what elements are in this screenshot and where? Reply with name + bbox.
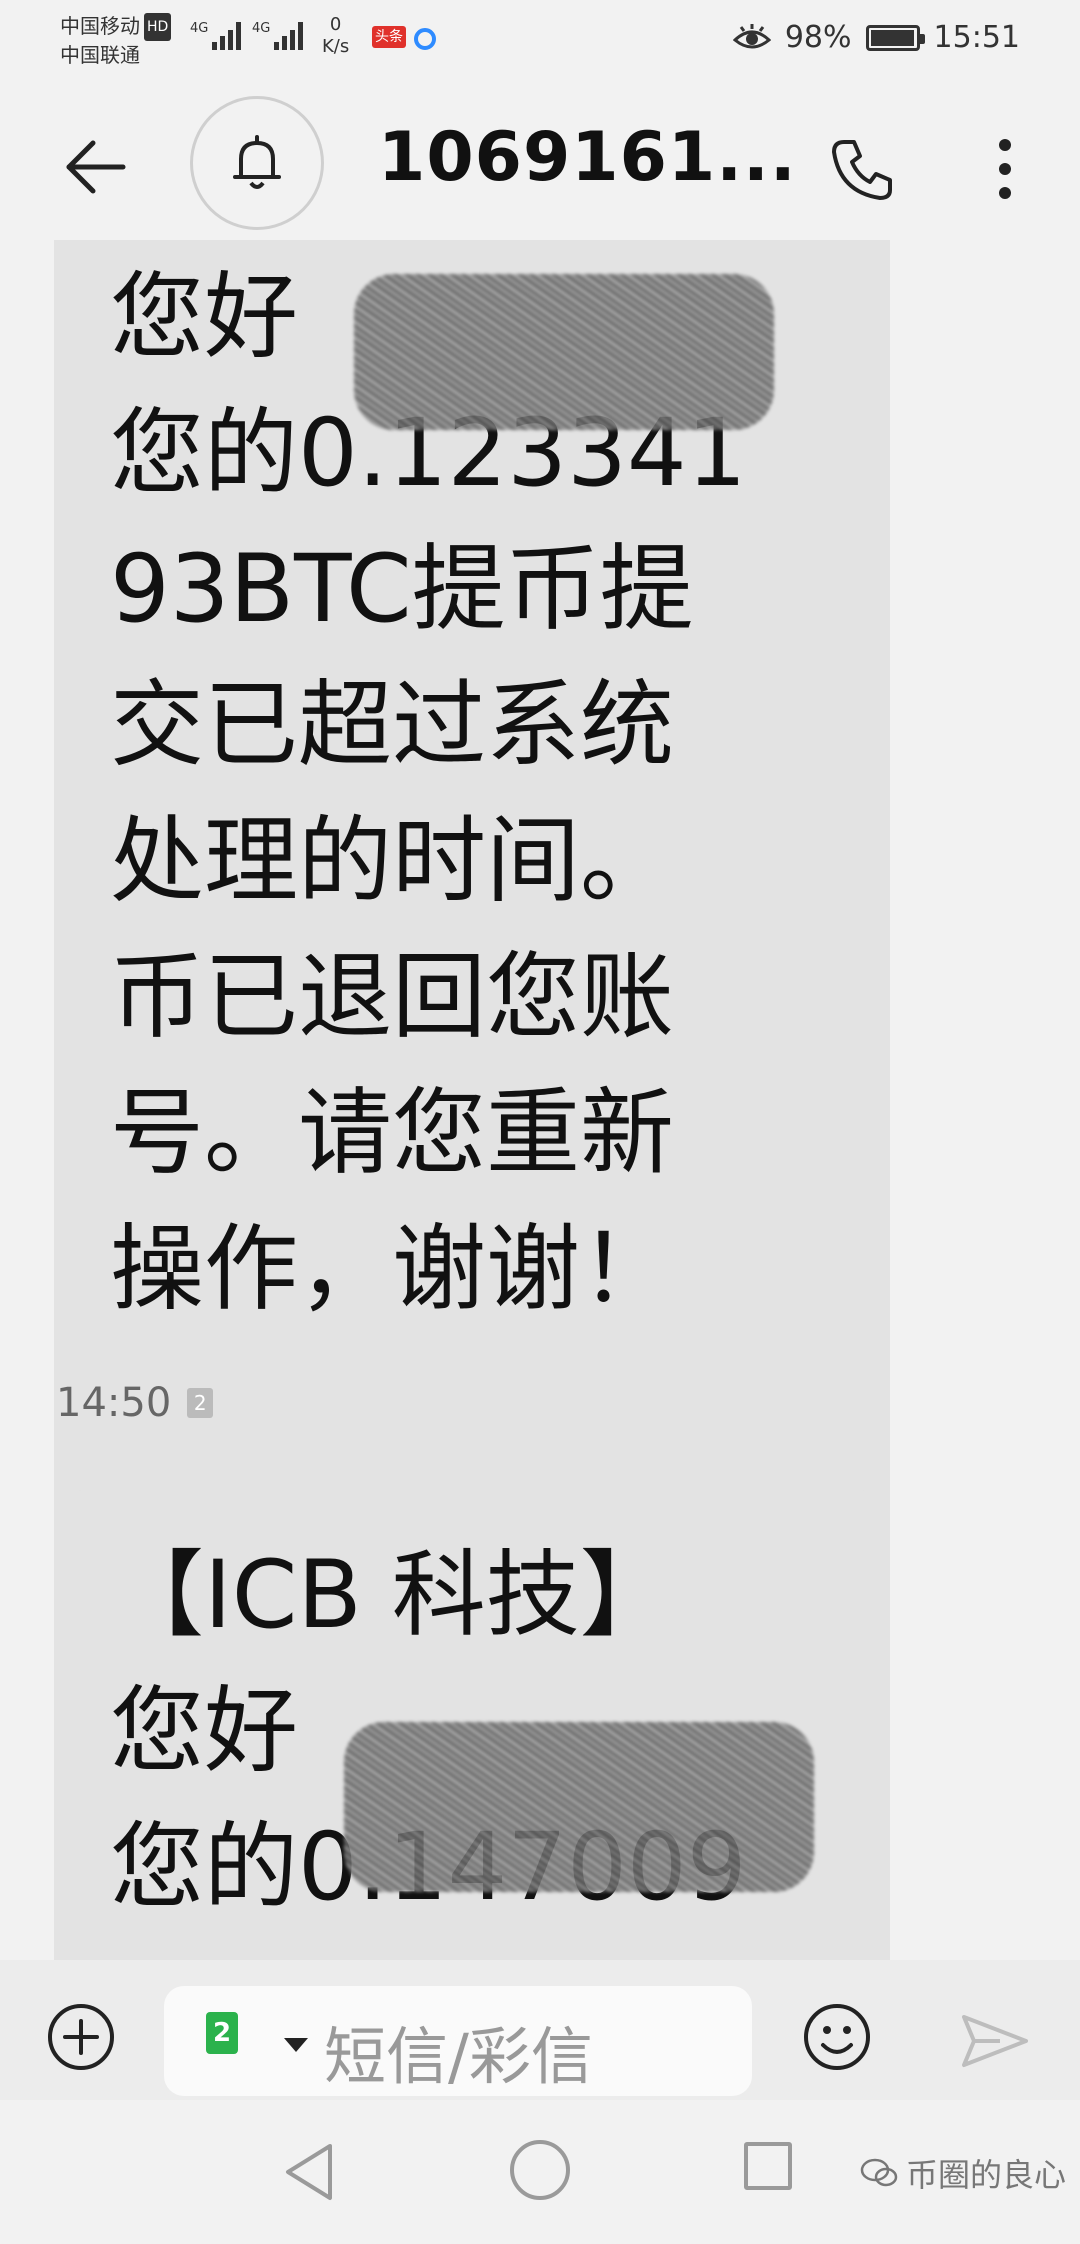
clock: 15:51 (933, 20, 1020, 55)
emoji-button[interactable] (796, 1996, 878, 2078)
conversation-header: 1069161... (0, 80, 1080, 240)
redaction-scribble (354, 274, 774, 430)
nav-home-icon[interactable] (510, 2140, 570, 2200)
sms-conversation-screen: 中国移动 HD 中国联通 4G 4G 0 K/s 头条 98% 15:51 10… (0, 0, 1080, 2244)
status-right: 98% 15:51 (732, 20, 1020, 55)
nav-back-icon[interactable] (280, 2140, 340, 2204)
watermark: 币圈的良心 (860, 2150, 1066, 2196)
arrow-left-icon (66, 140, 126, 194)
browser-app-icon (414, 28, 436, 50)
nav-recent-apps-icon[interactable] (744, 2142, 792, 2190)
compose-bar: 2 1 短信/彩信 (0, 1960, 1080, 2100)
bell-icon (233, 135, 281, 189)
battery-percent: 98% (784, 20, 852, 55)
message-time: 14:50 (56, 1380, 172, 1426)
watermark-text: 币圈的良心 (906, 2156, 1067, 2194)
message-input-placeholder: 短信/彩信 (324, 2020, 593, 2093)
sim-2-icon: 2 (206, 2012, 238, 2054)
net-speed-value: 0 (329, 14, 342, 35)
redaction-scribble (344, 1722, 814, 1892)
attach-button[interactable] (42, 1998, 120, 2076)
send-icon (962, 2015, 1028, 2067)
contact-title: 1069161... (378, 118, 797, 197)
signal-2-label: 4G (252, 21, 270, 36)
send-button[interactable] (952, 1998, 1038, 2084)
message-timestamp: 14:50 2 (56, 1380, 214, 1426)
eye-comfort-icon (732, 23, 771, 48)
chevron-down-icon[interactable] (284, 2038, 308, 2052)
battery-icon (865, 24, 925, 51)
notification-toggle-button[interactable] (190, 96, 324, 230)
plus-circle-icon (48, 2004, 114, 2070)
more-vertical-icon (999, 139, 1011, 199)
carrier-2-name: 中国联通 (60, 43, 140, 67)
net-speed: 0 K/s (322, 14, 349, 58)
back-button[interactable] (50, 122, 140, 212)
phone-icon (832, 140, 892, 200)
carrier-info: 中国移动 HD 中国联通 (60, 12, 172, 69)
hd-badge: HD (144, 13, 172, 41)
signal-2-icon: 4G (252, 21, 303, 50)
wechat-icon (860, 2158, 898, 2187)
signal-1-icon: 4G (190, 21, 241, 50)
more-options-button[interactable] (960, 124, 1050, 214)
status-bar: 中国移动 HD 中国联通 4G 4G 0 K/s 头条 98% 15:51 (0, 0, 1080, 80)
message-bubble[interactable]: 【ICB 科技】 您好 您的0.147009 (54, 1490, 890, 1960)
battery-fill (870, 29, 914, 46)
call-button[interactable] (818, 124, 908, 214)
message-input[interactable]: 2 1 短信/彩信 (164, 1986, 752, 2096)
net-speed-unit: K/s (322, 36, 350, 57)
smiley-icon (804, 2004, 870, 2070)
news-app-icon: 头条 (372, 26, 406, 48)
signal-1-label: 4G (190, 21, 208, 36)
message-thread[interactable]: 您好 您的0.123341 93BTC提币提 交已超过系统 处理的时间。 币已退… (0, 240, 1080, 1960)
carrier-1-name: 中国移动 (60, 14, 140, 38)
sim-indicator: 2 (187, 1388, 214, 1418)
system-nav-bar: 币圈的良心 (0, 2100, 1080, 2244)
sim-switch-button[interactable]: 2 1 (206, 2012, 252, 2068)
